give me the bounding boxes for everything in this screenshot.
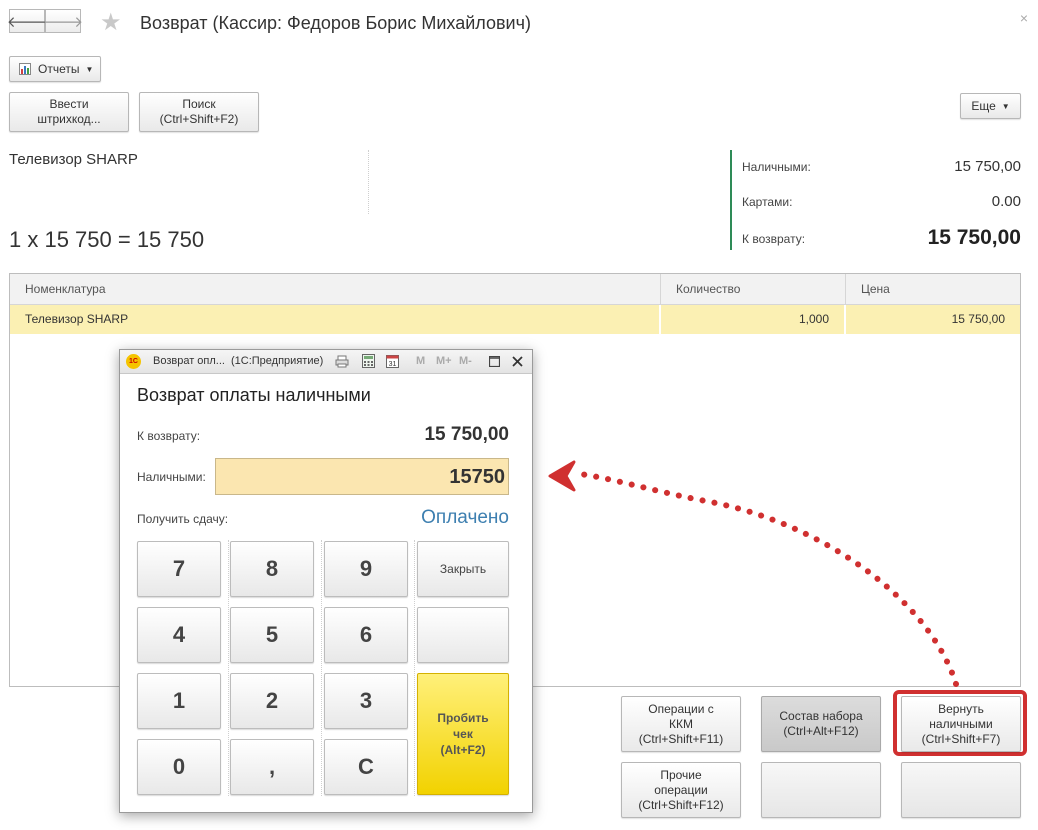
dialog-refund-label: К возврату: — [137, 429, 201, 443]
close-key[interactable]: Закрыть — [417, 541, 509, 597]
key-6[interactable]: 6 — [324, 607, 408, 663]
dialog-refund-value: 15 750,00 — [424, 424, 509, 445]
cash-input[interactable]: 15750 — [215, 458, 509, 495]
key-7[interactable]: 7 — [137, 541, 221, 597]
key-0[interactable]: 0 — [137, 739, 221, 795]
dialog-titlebar[interactable]: 1С Возврат опл... (1С:Предприятие) 31 M … — [120, 350, 532, 374]
payment-status: Оплачено — [421, 507, 509, 528]
print-icon[interactable] — [335, 355, 349, 368]
refund-dialog[interactable]: 1С Возврат опл... (1С:Предприятие) 31 M … — [119, 349, 533, 813]
keypad-separator — [414, 540, 415, 796]
key-5[interactable]: 5 — [230, 607, 314, 663]
key-1[interactable]: 1 — [137, 673, 221, 729]
calendar-icon[interactable]: 31 — [386, 354, 399, 368]
dialog-app-name: (1С:Предприятие) — [231, 355, 324, 367]
keypad-separator — [228, 540, 229, 796]
key-3[interactable]: 3 — [324, 673, 408, 729]
empty-key[interactable] — [417, 607, 509, 663]
maximize-icon[interactable] — [489, 356, 500, 367]
print-receipt-label-1: Пробить — [437, 711, 489, 725]
close-icon[interactable] — [512, 356, 523, 367]
app-logo-icon: 1С — [126, 354, 141, 369]
memory-minus-button[interactable]: M- — [459, 355, 472, 367]
dialog-cash-label: Наличными: — [137, 470, 206, 484]
change-label: Получить сдачу: — [137, 512, 229, 526]
keypad-separator — [321, 540, 322, 796]
memory-button[interactable]: M — [416, 355, 425, 367]
key-clear[interactable]: C — [324, 739, 408, 795]
dialog-heading: Возврат оплаты наличными — [137, 385, 371, 405]
print-receipt-label-2: чек — [453, 727, 473, 741]
key-9[interactable]: 9 — [324, 541, 408, 597]
key-4[interactable]: 4 — [137, 607, 221, 663]
memory-plus-button[interactable]: M+ — [436, 355, 452, 367]
key-comma[interactable]: , — [230, 739, 314, 795]
key-8[interactable]: 8 — [230, 541, 314, 597]
svg-text:31: 31 — [389, 361, 397, 368]
print-receipt-button[interactable]: Пробить чек (Alt+F2) — [417, 673, 509, 795]
key-2[interactable]: 2 — [230, 673, 314, 729]
dialog-window-title: Возврат опл... — [153, 355, 225, 367]
print-receipt-label-3: (Alt+F2) — [440, 743, 486, 757]
calculator-icon[interactable] — [362, 354, 375, 368]
